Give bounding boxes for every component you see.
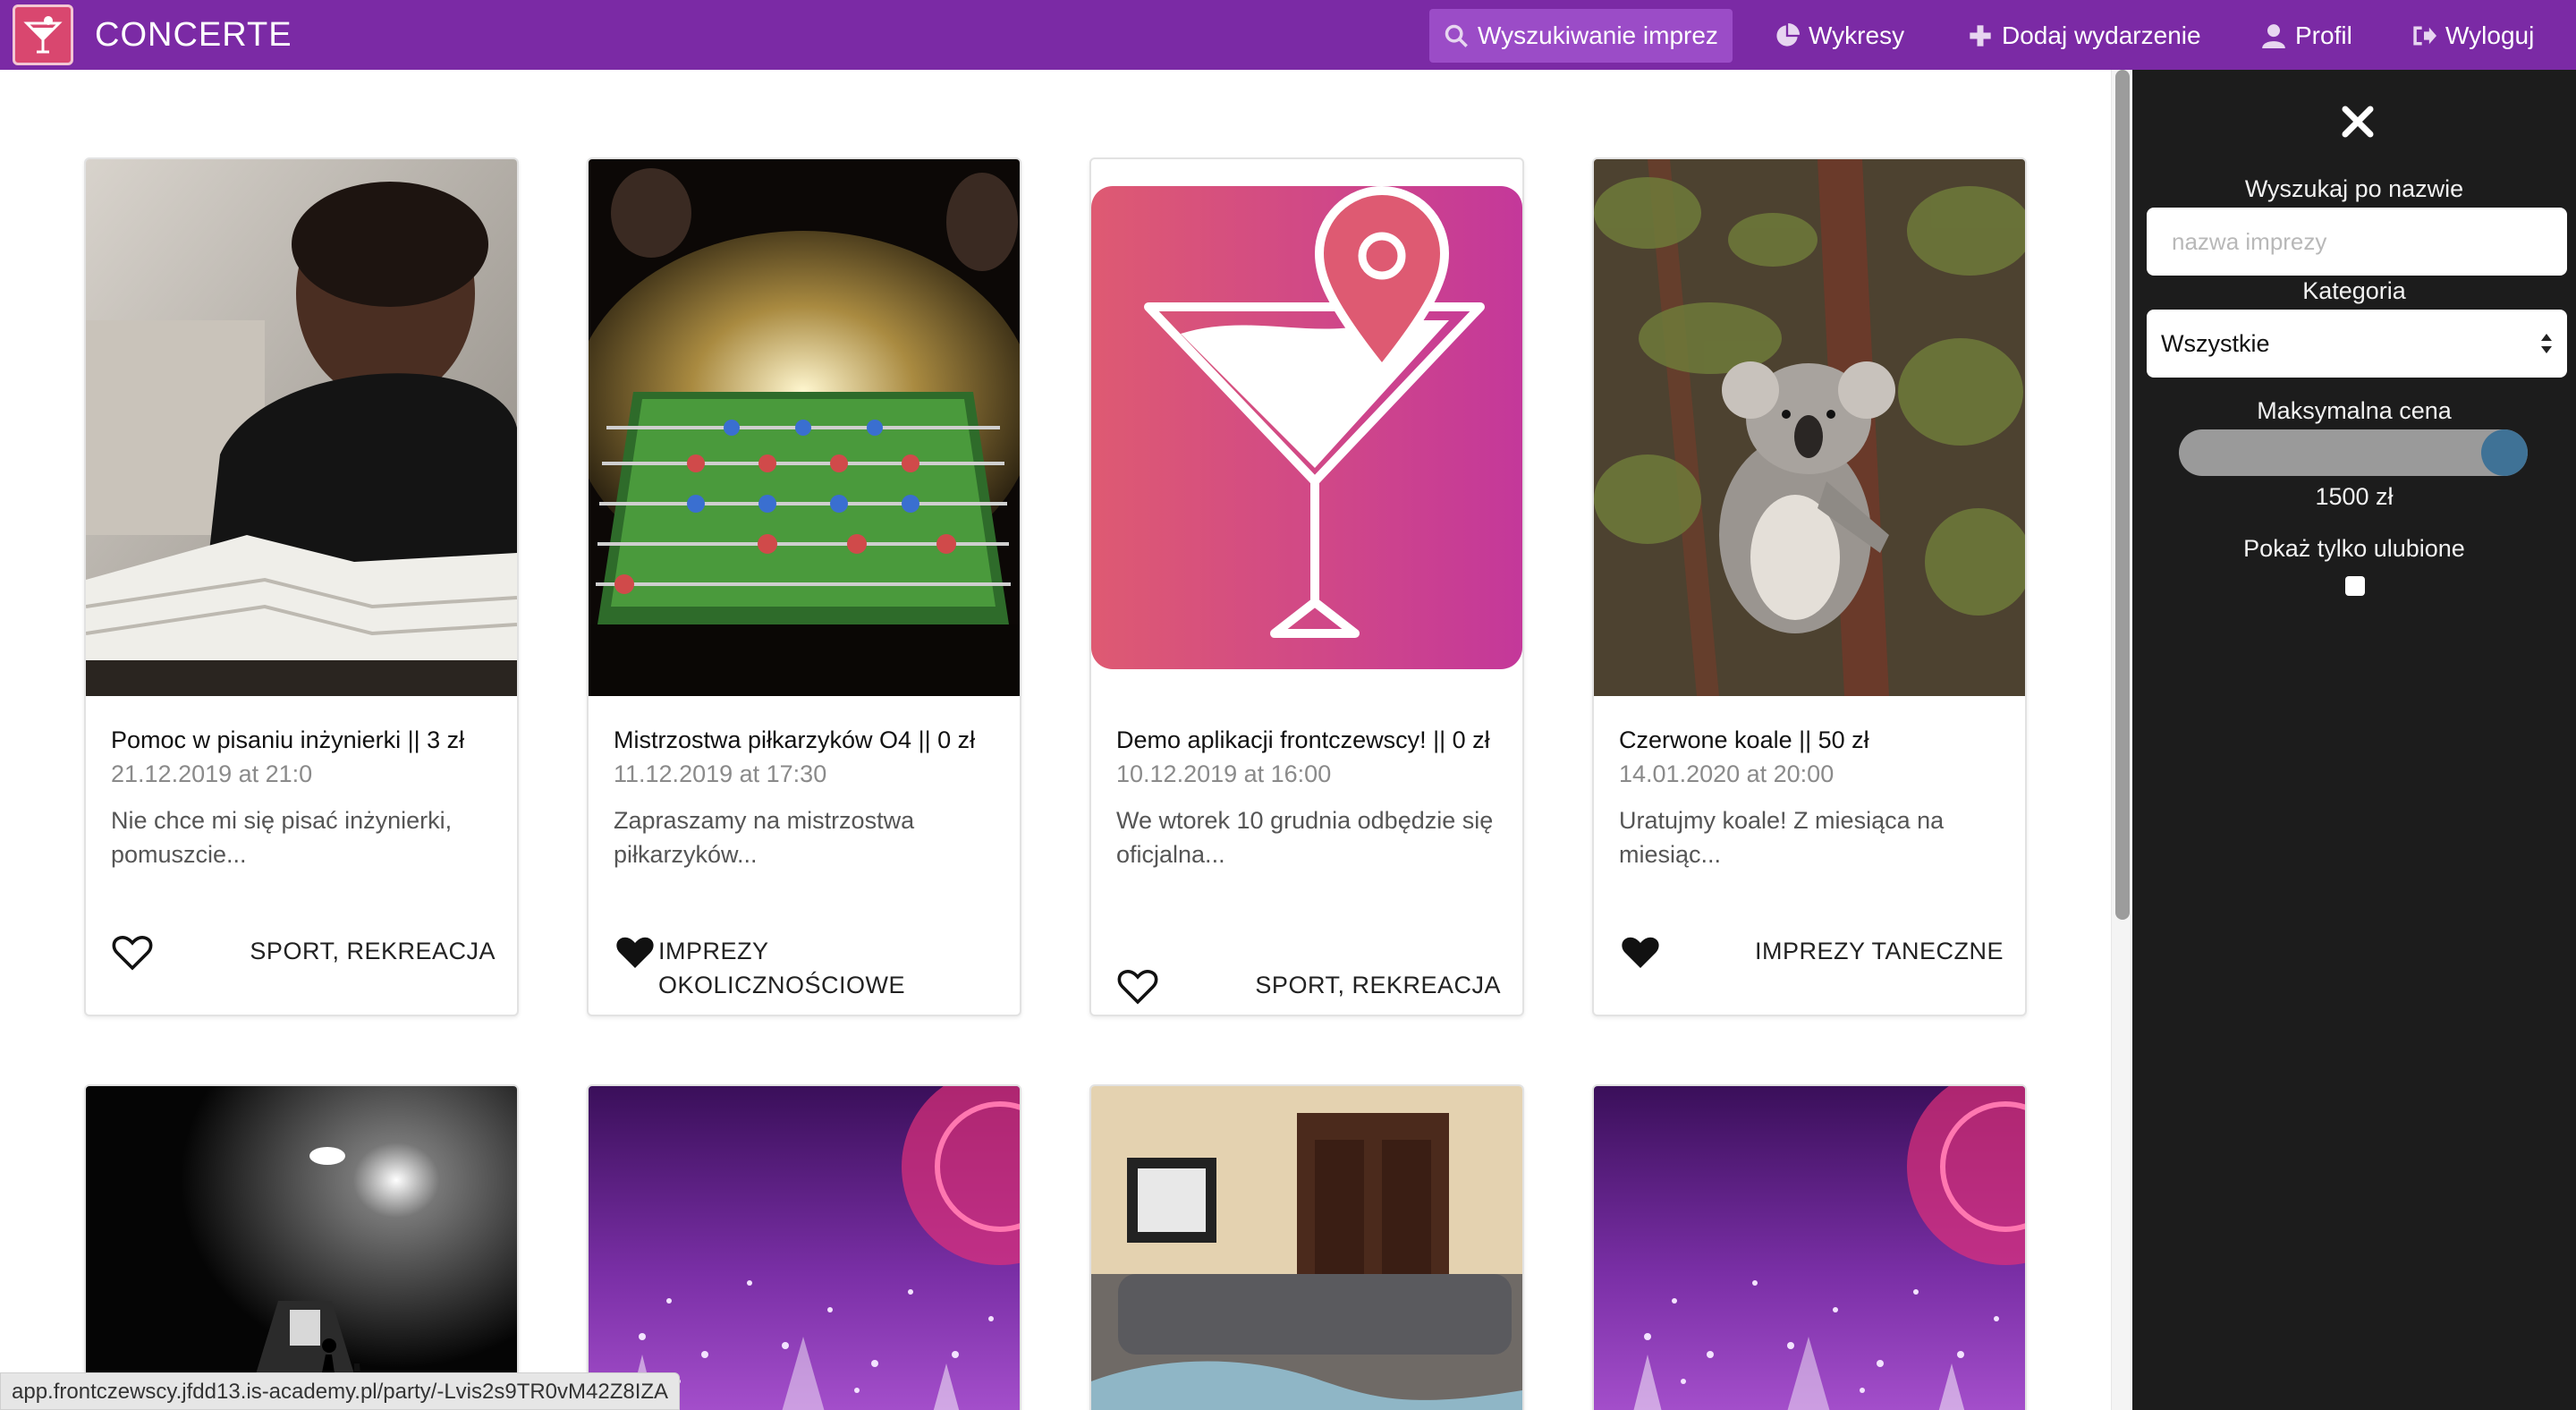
brand-logo-icon[interactable] <box>13 4 73 65</box>
nav-charts[interactable]: Wykresy <box>1760 9 1919 63</box>
favorite-heart-outline-icon[interactable] <box>111 930 154 978</box>
favorite-heart-filled-icon[interactable] <box>614 930 657 978</box>
event-card[interactable] <box>1592 1084 2027 1410</box>
plus-icon <box>1970 25 1991 47</box>
brand-name[interactable]: CONCERTE <box>95 0 292 70</box>
event-date: 14.01.2020 at 20:00 <box>1619 760 1835 787</box>
event-category: IMPREZY TANECZNE <box>1754 938 2004 964</box>
event-description: We wtorek 10 grudnia odbędzie się oficja… <box>1116 807 1494 868</box>
pie-chart-icon <box>1776 23 1800 47</box>
event-image <box>589 1086 1020 1410</box>
close-icon[interactable] <box>2340 104 2376 140</box>
favorite-heart-filled-icon[interactable] <box>1619 930 1662 978</box>
event-card[interactable] <box>1089 1084 1524 1410</box>
event-card[interactable]: Czerwone koale || 50 zł 14.01.2020 at 20… <box>1592 157 2027 1016</box>
event-title[interactable]: Czerwone koale || 50 zł <box>1619 723 2004 757</box>
event-image <box>589 159 1020 696</box>
event-category: SPORT, REKREACJA <box>250 938 496 964</box>
scrollbar-thumb[interactable] <box>2115 70 2130 920</box>
favorite-heart-outline-icon[interactable] <box>1116 964 1159 1012</box>
nav-logout[interactable]: Wyloguj <box>2397 9 2548 63</box>
event-description: Zapraszamy na mistrzostwa piłkarzyków... <box>614 807 915 868</box>
nav-add-event[interactable]: Dodaj wydarzenie <box>1953 9 2216 63</box>
favorites-only-checkbox[interactable] <box>2345 576 2365 596</box>
event-description: Uratujmy koale! Z miesiąca na miesiąc... <box>1619 807 1945 868</box>
event-title[interactable]: Mistrzostwa piłkarzyków O4 || 0 zł <box>614 723 998 757</box>
event-category: IMPREZY OKOLICZNOŚCIOWE <box>658 938 906 998</box>
max-price-slider[interactable] <box>2179 429 2528 476</box>
navbar: CONCERTE Wyszukiwanie imprez Wykresy Dod… <box>0 0 2576 70</box>
event-card[interactable] <box>587 1084 1021 1410</box>
event-image <box>1594 159 2025 696</box>
event-card[interactable] <box>84 1084 519 1410</box>
event-image <box>1091 1086 1522 1410</box>
select-arrows-icon <box>2541 334 2552 353</box>
event-image <box>1091 186 1522 678</box>
logout-icon <box>2413 26 2436 46</box>
event-name-search-input[interactable] <box>2147 208 2567 276</box>
slider-thumb[interactable] <box>2481 429 2528 476</box>
favorites-only-label: Pokaż tylko ulubione <box>2243 535 2465 562</box>
max-price-label: Maksymalna cena <box>2257 397 2452 424</box>
event-date: 11.12.2019 at 17:30 <box>614 760 827 787</box>
event-title[interactable]: Pomoc w pisaniu inżynierki || 3 zł <box>111 723 496 757</box>
event-card[interactable]: Mistrzostwa piłkarzyków O4 || 0 zł 11.12… <box>587 157 1021 1016</box>
event-date: 21.12.2019 at 21:0 <box>111 760 313 787</box>
search-icon <box>1445 24 1468 47</box>
status-bar-url: app.frontczewscy.jfdd13.is-academy.pl/pa… <box>0 1372 681 1410</box>
nav-search-events-label: Wyszukiwanie imprez <box>1478 21 1718 49</box>
category-select[interactable]: Wszystkie <box>2147 310 2567 378</box>
event-image <box>86 159 517 696</box>
nav-search-events[interactable]: Wyszukiwanie imprez <box>1429 9 1733 63</box>
main-scrollbar[interactable] <box>2111 70 2132 1410</box>
event-image <box>86 1086 517 1410</box>
max-price-value: 1500 zł <box>2315 483 2394 510</box>
filter-sidebar: Wyszukaj po nazwie Kategoria Wszystkie M… <box>2132 70 2576 1410</box>
event-image <box>1594 1086 2025 1410</box>
nav-logout-label: Wyloguj <box>2445 21 2535 49</box>
category-label: Kategoria <box>2302 277 2406 304</box>
event-category: SPORT, REKREACJA <box>1255 972 1501 998</box>
nav-add-event-label: Dodaj wydarzenie <box>2002 21 2201 49</box>
event-card[interactable]: Pomoc w pisaniu inżynierki || 3 zł 21.12… <box>84 157 519 1016</box>
nav-charts-label: Wykresy <box>1809 21 1905 49</box>
category-selected-value: Wszystkie <box>2161 329 2270 357</box>
event-description: Nie chce mi się pisać inżynierki, pomusz… <box>111 807 453 868</box>
nav-profile[interactable]: Profil <box>2247 9 2367 63</box>
event-date: 10.12.2019 at 16:00 <box>1116 760 1332 787</box>
event-title[interactable]: Demo aplikacji frontczewscy! || 0 zł <box>1116 723 1501 757</box>
nav-profile-label: Profil <box>2295 21 2352 49</box>
search-label: Wyszukaj po nazwie <box>2244 175 2464 202</box>
user-icon <box>2262 24 2285 48</box>
events-grid: Pomoc w pisaniu inżynierki || 3 zł 21.12… <box>0 70 2111 1410</box>
event-card[interactable]: Demo aplikacji frontczewscy! || 0 zł 10.… <box>1089 157 1524 1016</box>
